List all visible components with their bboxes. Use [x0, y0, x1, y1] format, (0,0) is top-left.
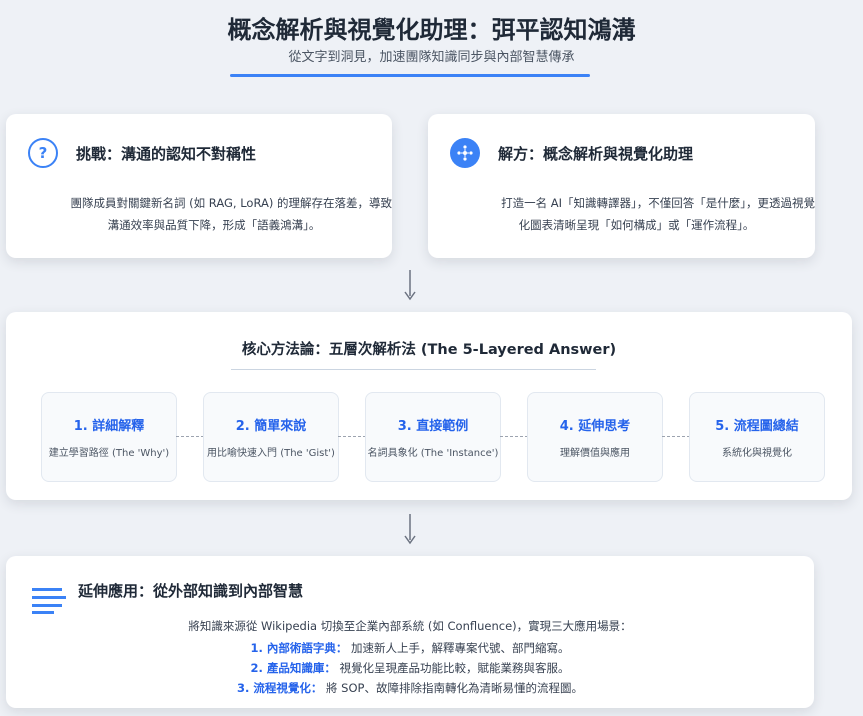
- layer-title: 1. 詳細解釋: [73, 419, 145, 434]
- method-title: 核心方法論：五層次解析法 (The 5-Layered Answer): [241, 342, 617, 358]
- extension-item: 2. 產品知識庫： 視覺化呈現產品功能比較，賦能業務與客服。: [6, 660, 814, 676]
- layer-title: 3. 直接範例: [397, 419, 469, 434]
- question-icon: ?: [28, 138, 58, 168]
- solution-title: 解方：概念解析與視覺化助理: [498, 144, 694, 163]
- layer-title: 2. 簡單來說: [235, 419, 307, 434]
- solution-body-line1: 打造一名 AI「知識轉譯器」，不僅回答「是什麼」，更透過視覺: [501, 196, 815, 210]
- layer-card: 5. 流程圖總結 系統化與視覺化: [689, 392, 825, 482]
- page-subtitle: 從文字到洞見，加速團隊知識同步與內部智慧傳承: [288, 50, 575, 65]
- method-divider: [231, 369, 596, 370]
- challenge-title: 挑戰：溝通的認知不對稱性: [76, 144, 257, 163]
- extension-item: 3. 流程視覺化： 將 SOP、故障排除指南轉化為清晰易懂的流程圖。: [6, 680, 814, 696]
- extension-item-text: 視覺化呈現產品功能比較，賦能業務與客服。: [339, 661, 570, 675]
- title-underline: [230, 74, 590, 77]
- layer-desc: 建立學習路徑 (The 'Why'): [48, 448, 170, 459]
- layer-desc: 系統化與視覺化: [722, 448, 792, 459]
- solution-body-line2: 化圖表清晰呈現「如何構成」或「運作流程」。: [518, 218, 755, 232]
- challenge-card: ? 挑戰：溝通的認知不對稱性 團隊成員對關鍵新名詞 (如 RAG, LoRA) …: [6, 114, 392, 258]
- extension-item-label: 1. 內部術語字典：: [250, 641, 348, 655]
- layer-connector: [662, 436, 690, 437]
- extension-item-label: 3. 流程視覺化：: [237, 681, 323, 695]
- layer-card: 4. 延伸思考 理解價值與應用: [527, 392, 663, 482]
- challenge-body-line1: 團隊成員對關鍵新名詞 (如 RAG, LoRA) 的理解存在落差，導致: [70, 196, 392, 210]
- layer-title: 5. 流程圖總結: [715, 419, 799, 434]
- layer-card: 2. 簡單來說 用比喻快速入門 (The 'Gist'): [203, 392, 339, 482]
- arrow-down-icon: [404, 514, 416, 545]
- layer-connector: [176, 436, 204, 437]
- extension-intro: 將知識來源從 Wikipedia 切換至企業內部系統 (如 Confluence…: [188, 619, 632, 633]
- layer-title: 4. 延伸思考: [559, 419, 631, 434]
- challenge-body-line2: 溝通效率與品質下降，形成「語義鴻溝」。: [107, 218, 321, 232]
- page-title: 概念解析與視覺化助理：弭平認知鴻溝: [227, 16, 636, 44]
- layer-desc: 用比喻快速入門 (The 'Gist'): [207, 448, 335, 459]
- layer-desc: 理解價值與應用: [560, 448, 630, 459]
- extension-item-text: 將 SOP、故障排除指南轉化為清晰易懂的流程圖。: [326, 681, 583, 695]
- method-card: 核心方法論：五層次解析法 (The 5-Layered Answer) 1. 詳…: [6, 312, 852, 500]
- solution-card: 解方：概念解析與視覺化助理 打造一名 AI「知識轉譯器」，不僅回答「是什麼」，更…: [428, 114, 815, 258]
- extension-card: 延伸應用：從外部知識到內部智慧 將知識來源從 Wikipedia 切換至企業內部…: [6, 556, 814, 708]
- layer-connector: [500, 436, 528, 437]
- layer-card: 1. 詳細解釋 建立學習路徑 (The 'Why'): [41, 392, 177, 482]
- layer-desc: 名詞具象化 (The 'Instance'): [367, 448, 499, 459]
- extension-item-label: 2. 產品知識庫：: [250, 661, 336, 675]
- extension-title: 延伸應用：從外部知識到內部智慧: [78, 581, 304, 600]
- extension-item-text: 加速新人上手，解釋專案代號、部門縮寫。: [351, 641, 570, 655]
- extension-item: 1. 內部術語字典： 加速新人上手，解釋專案代號、部門縮寫。: [6, 640, 814, 656]
- layer-connector: [338, 436, 366, 437]
- arrow-down-icon: [404, 270, 416, 301]
- network-icon: [450, 138, 480, 168]
- list-lines-icon: [32, 588, 66, 614]
- layer-card: 3. 直接範例 名詞具象化 (The 'Instance'): [365, 392, 501, 482]
